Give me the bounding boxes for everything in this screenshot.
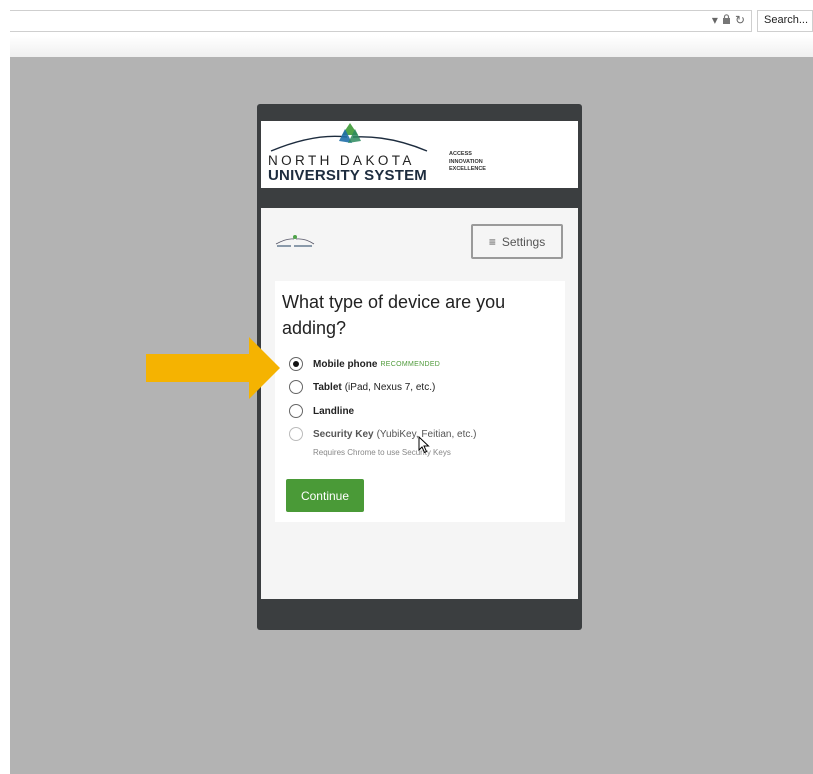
menu-icon: ≡ <box>488 234 496 249</box>
radio-mobile-phone[interactable] <box>289 357 303 371</box>
ndus-swoosh-icon <box>270 123 428 152</box>
search-input[interactable]: Search... <box>757 10 813 32</box>
option-landline[interactable]: Landline <box>289 404 357 418</box>
option-tablet[interactable]: Tablet (iPad, Nexus 7, etc.) <box>289 380 435 394</box>
device-type-card: What type of device are you adding? Mobi… <box>275 281 565 522</box>
option-mobile-phone-label: Mobile phone <box>313 358 378 370</box>
duo-panel: ≡ Settings What type of device are you a… <box>261 208 578 599</box>
url-field[interactable]: ▾ ↻ <box>10 10 752 32</box>
option-tablet-detail: (iPad, Nexus 7, etc.) <box>344 381 436 393</box>
continue-button[interactable]: Continue <box>286 479 364 512</box>
tagline-access: ACCESS <box>449 151 472 157</box>
recommended-badge: RECOMMENDED <box>380 360 441 368</box>
settings-label: Settings <box>501 234 546 249</box>
logo-line-2: UNIVERSITY SYSTEM <box>268 167 427 184</box>
yellow-arrow-icon <box>146 337 280 399</box>
option-mobile-phone[interactable]: Mobile phone RECOMMENDED <box>289 357 440 371</box>
search-placeholder: Search... <box>764 14 809 26</box>
toolbar-strip <box>10 36 813 58</box>
reload-icon[interactable]: ↻ <box>735 13 745 27</box>
mini-logo-icon <box>275 235 315 247</box>
url-icons: ▾ ↻ <box>712 13 745 27</box>
logo-banner: NORTH DAKOTA UNIVERSITY SYSTEM ACCESS IN… <box>261 121 578 188</box>
logo-tagline: ACCESS INNOVATION EXCELLENCE <box>449 151 486 174</box>
option-tablet-label: Tablet <box>313 381 342 393</box>
tagline-innovation: INNOVATION <box>449 158 483 165</box>
tagline-excellence: EXCELLENCE <box>449 166 486 172</box>
browser-bar: ▾ ↻ Search... <box>0 0 813 36</box>
dropdown-icon[interactable]: ▾ <box>712 13 718 27</box>
option-security-key[interactable]: Security Key (YubiKey, Feitian, etc.) <box>289 427 476 441</box>
option-security-key-label: Security Key <box>313 428 374 440</box>
option-landline-label: Landline <box>313 405 355 417</box>
radio-security-key[interactable] <box>289 427 303 441</box>
mouse-cursor-icon <box>418 436 430 454</box>
security-key-note: Requires Chrome to use Security Keys <box>313 448 451 457</box>
radio-tablet[interactable] <box>289 380 303 394</box>
device-question: What type of device are you adding? <box>282 292 506 338</box>
logo-line-1: NORTH DAKOTA <box>268 153 415 168</box>
settings-button[interactable]: ≡ Settings <box>471 224 563 259</box>
radio-landline[interactable] <box>289 404 303 418</box>
lock-icon <box>722 13 731 27</box>
